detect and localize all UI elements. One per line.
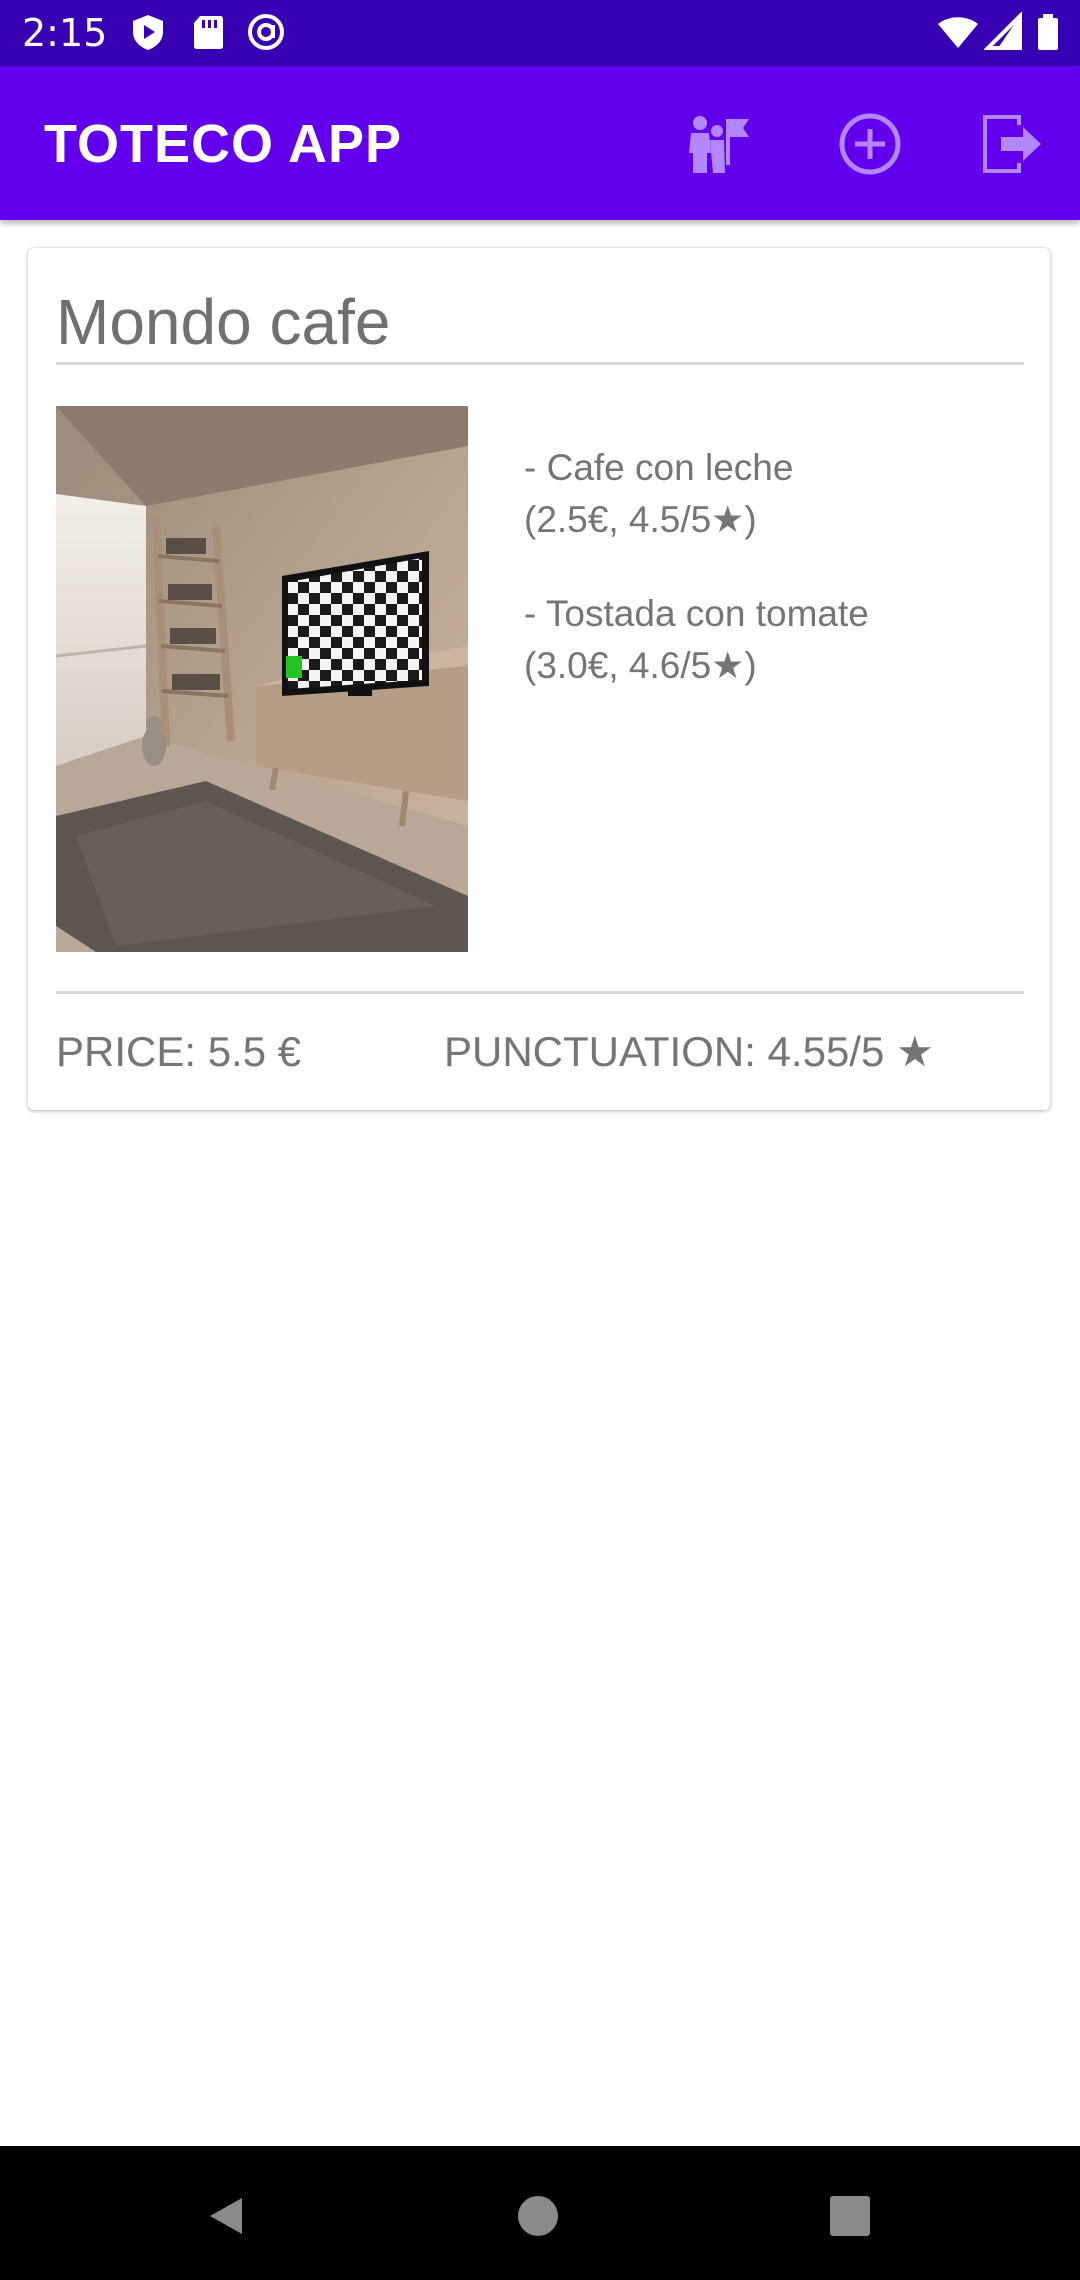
recents-icon[interactable] — [828, 2194, 872, 2238]
wifi-icon — [938, 17, 978, 48]
battery-icon — [1038, 14, 1058, 50]
product-detail: (3.0€, 4.6/5★) — [524, 645, 757, 686]
at-sign-icon — [248, 14, 284, 50]
app-bar: TOTECO APP — [0, 66, 1080, 220]
add-button[interactable] — [832, 106, 908, 182]
footer-divider — [56, 991, 1024, 994]
product-name: - Tostada con tomate — [524, 593, 869, 634]
sd-card-icon — [194, 16, 223, 49]
navigation-bar — [0, 2146, 1080, 2280]
total-punctuation: PUNCTUATION: 4.55/5 ★ — [444, 1028, 934, 1075]
back-icon[interactable] — [204, 2194, 248, 2238]
list-item: - Tostada con tomate (3.0€, 4.6/5★) — [524, 588, 1024, 692]
cafe-title: Mondo cafe — [56, 286, 391, 358]
cafe-card[interactable]: Mondo cafe - Cafe con leche (2.5€, 4.5/5… — [28, 248, 1050, 1110]
cell-signal-icon — [984, 12, 1022, 50]
add-circle-icon — [839, 113, 901, 175]
logout-button[interactable] — [974, 106, 1050, 182]
product-name: - Cafe con leche — [524, 447, 794, 488]
home-icon[interactable] — [516, 2194, 560, 2238]
status-bar: 2:15 — [0, 0, 1080, 66]
status-time: 2:15 — [22, 11, 108, 55]
title-divider — [56, 362, 1024, 365]
app-title: TOTECO APP — [44, 114, 403, 174]
list-item: - Cafe con leche (2.5€, 4.5/5★) — [524, 442, 1024, 546]
total-price: PRICE: 5.5 € — [56, 1028, 302, 1075]
tour-guide-button[interactable] — [680, 106, 756, 182]
product-detail: (2.5€, 4.5/5★) — [524, 499, 757, 540]
product-list: - Cafe con leche (2.5€, 4.5/5★) - Tostad… — [524, 442, 1024, 734]
logout-icon — [983, 115, 1041, 173]
tour-guide-flag-icon — [689, 116, 749, 173]
play-protect-icon — [133, 15, 163, 50]
cafe-image — [56, 406, 468, 952]
